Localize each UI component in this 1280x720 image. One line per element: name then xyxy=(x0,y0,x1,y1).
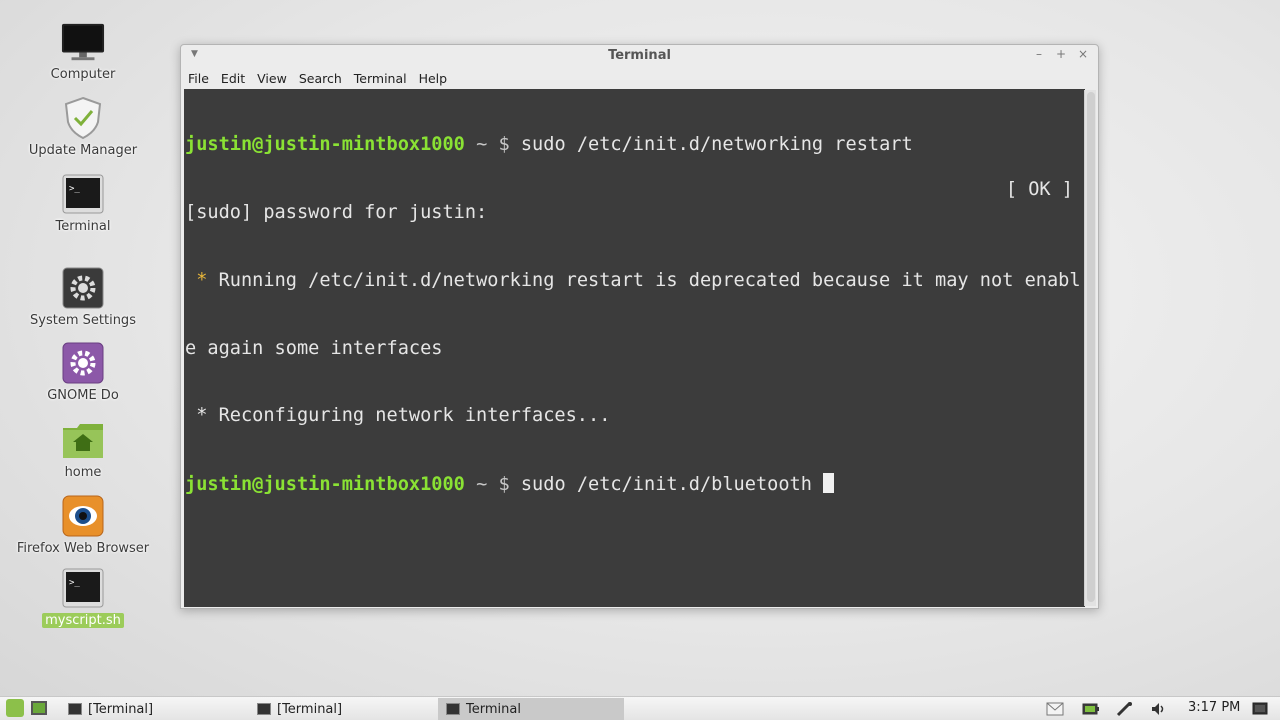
script-file-icon: >_ xyxy=(61,566,105,610)
desktop-icon-update-manager[interactable]: Update Manager xyxy=(10,96,156,158)
menu-edit[interactable]: Edit xyxy=(221,71,251,86)
terminal-scrollbar[interactable] xyxy=(1084,90,1096,606)
shield-icon xyxy=(61,96,105,140)
command-text: sudo /etc/init.d/bluetooth xyxy=(520,474,824,496)
gear-icon xyxy=(61,341,105,385)
terminal-line: justin@justin-mintbox1000 ~ $ sudo /etc/… xyxy=(185,473,1081,496)
prompt-symbol: ~ $ xyxy=(464,134,521,156)
menu-view[interactable]: View xyxy=(257,71,293,86)
maximize-button[interactable]: + xyxy=(1054,47,1068,61)
prompt-symbol: ~ $ xyxy=(464,474,521,496)
taskbar-button[interactable]: [Terminal] xyxy=(60,698,246,720)
menu-bar: File Edit View Search Terminal Help xyxy=(181,67,1098,89)
taskbar-button-label: Terminal xyxy=(466,701,521,717)
desktop-icon-label: GNOME Do xyxy=(47,388,119,403)
terminal-window[interactable]: ▼ Terminal – + × File Edit View Search T… xyxy=(180,44,1099,609)
desktop-icon-system-settings[interactable]: System Settings xyxy=(10,266,156,328)
close-button[interactable]: × xyxy=(1076,47,1090,61)
desktop-icon-label: System Settings xyxy=(30,313,136,328)
desktop-icon-label: Firefox Web Browser xyxy=(16,541,150,556)
mint-menu-icon[interactable] xyxy=(6,699,24,717)
desktop-icon-firefox[interactable]: Firefox Web Browser xyxy=(10,494,156,556)
menu-search[interactable]: Search xyxy=(299,71,348,86)
prompt-user: justin@justin-mintbox1000 xyxy=(185,134,465,156)
menu-file[interactable]: File xyxy=(188,71,215,86)
window-titlebar[interactable]: ▼ Terminal – + × xyxy=(181,45,1098,67)
desktop-icon-terminal[interactable]: >_ Terminal xyxy=(10,172,156,234)
taskbar-button[interactable]: [Terminal] xyxy=(249,698,435,720)
terminal-line: [sudo] password for justin: xyxy=(185,201,488,223)
terminal-line: * Reconfiguring network interfaces... xyxy=(185,405,611,427)
terminal-line: justin@justin-mintbox1000 ~ $ sudo /etc/… xyxy=(185,134,1081,157)
command-text: sudo /etc/init.d/networking restart xyxy=(520,134,913,156)
taskbar-button-active[interactable]: Terminal xyxy=(438,698,624,720)
battery-icon[interactable] xyxy=(1082,699,1100,719)
taskbar: [Terminal] [Terminal] Terminal 3:17 PM xyxy=(0,696,1280,720)
scrollbar-thumb[interactable] xyxy=(1087,92,1095,602)
terminal-icon xyxy=(446,703,460,715)
taskbar-button-label: [Terminal] xyxy=(88,701,154,717)
status-ok: [ OK ] xyxy=(1005,179,1073,200)
star-marker: * xyxy=(185,269,219,291)
terminal-output[interactable]: justin@justin-mintbox1000 ~ $ sudo /etc/… xyxy=(184,89,1085,607)
clock[interactable]: 3:17 PM xyxy=(1188,700,1240,715)
network-icon[interactable] xyxy=(1116,699,1134,719)
show-desktop-button-icon[interactable] xyxy=(1252,699,1268,719)
menu-help[interactable]: Help xyxy=(419,71,454,86)
settings-gear-icon xyxy=(61,266,105,310)
desktop-icon-home[interactable]: home xyxy=(10,418,156,480)
desktop-icon-label: Computer xyxy=(50,67,116,82)
window-title: Terminal xyxy=(608,48,671,63)
desktop-icon-computer[interactable]: Computer xyxy=(10,20,156,82)
terminal-icon xyxy=(68,703,82,715)
show-desktop-icon[interactable] xyxy=(31,701,47,715)
menu-terminal[interactable]: Terminal xyxy=(354,71,413,86)
svg-text:>_: >_ xyxy=(69,184,80,194)
terminal-icon: >_ xyxy=(61,172,105,216)
mail-icon[interactable] xyxy=(1046,699,1064,719)
desktop-icon-gnome-do[interactable]: GNOME Do xyxy=(10,341,156,403)
desktop-icon-myscript[interactable]: >_ myscript.sh xyxy=(10,566,156,628)
desktop-icon-label: home xyxy=(64,465,102,480)
volume-icon[interactable] xyxy=(1150,699,1168,719)
text-cursor xyxy=(823,473,835,494)
output-text: Running /etc/init.d/networking restart i… xyxy=(218,269,1081,291)
minimize-button[interactable]: – xyxy=(1032,47,1046,61)
svg-text:>_: >_ xyxy=(69,578,80,588)
terminal-line: e again some interfaces xyxy=(185,337,443,359)
prompt-user: justin@justin-mintbox1000 xyxy=(185,474,465,496)
terminal-line: * Running /etc/init.d/networking restart… xyxy=(185,269,1081,293)
computer-icon xyxy=(61,20,105,64)
desktop-icon-label: Terminal xyxy=(55,219,111,234)
terminal-icon xyxy=(257,703,271,715)
home-folder-icon xyxy=(61,418,105,462)
taskbar-button-label: [Terminal] xyxy=(277,701,343,717)
desktop-icon-label: myscript.sh xyxy=(42,613,124,628)
firefox-icon xyxy=(61,494,105,538)
desktop-icon-label: Update Manager xyxy=(28,143,138,158)
